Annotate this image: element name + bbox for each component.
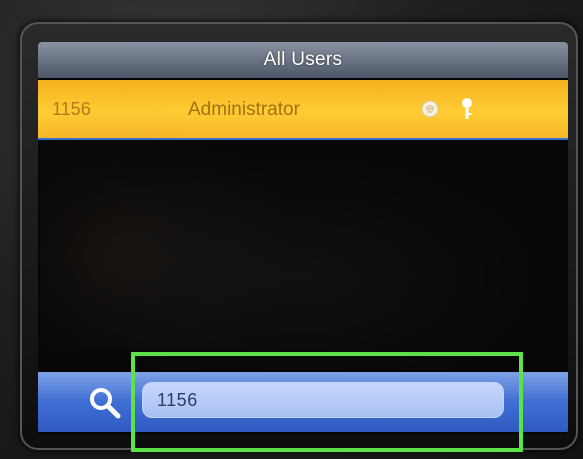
title-bar: All Users	[38, 42, 568, 78]
page-title: All Users	[263, 49, 343, 70]
fingerprint-icon	[421, 100, 439, 118]
user-list-empty-area	[38, 140, 568, 370]
user-role: Administrator	[188, 99, 300, 120]
search-input[interactable]: 1156	[142, 382, 504, 418]
search-bar: 1156	[38, 372, 568, 432]
key-icon	[462, 98, 472, 119]
search-input-value: 1156	[157, 389, 198, 410]
device-photo: All Users 1156 Administrator 1156	[0, 0, 583, 459]
user-id: 1156	[52, 99, 91, 119]
user-row-selected[interactable]: 1156 Administrator	[38, 80, 568, 140]
search-icon[interactable]	[88, 386, 122, 420]
device-screen: All Users 1156 Administrator 1156	[38, 42, 568, 434]
